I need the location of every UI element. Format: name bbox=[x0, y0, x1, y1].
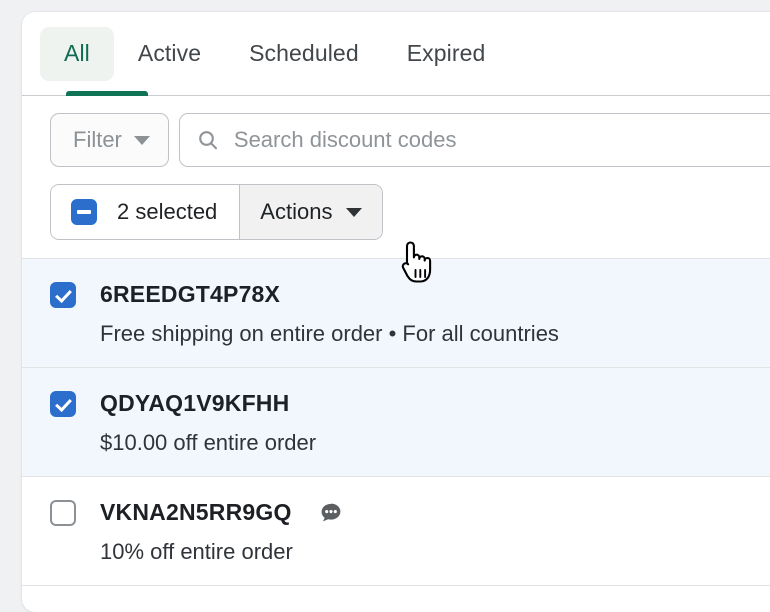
actions-button[interactable]: Actions bbox=[239, 185, 383, 239]
active-tab-indicator bbox=[66, 91, 148, 96]
tab-scheduled[interactable]: Scheduled bbox=[225, 27, 383, 81]
row-checkbox[interactable] bbox=[50, 281, 76, 308]
search-icon bbox=[196, 128, 220, 152]
discount-description: Free shipping on entire order • For all … bbox=[100, 321, 559, 346]
tab-active-label: Active bbox=[137, 40, 202, 66]
discount-codes-card: All Active Scheduled Expired Filter Sear… bbox=[22, 12, 770, 612]
search-input[interactable]: Search discount codes bbox=[178, 113, 770, 167]
chevron-down-icon bbox=[133, 135, 150, 145]
filter-button[interactable]: Filter bbox=[50, 113, 169, 167]
discount-code-label: 6REEDGT4P78X bbox=[100, 281, 281, 307]
table-row[interactable]: QDYAQ1V9KFHH $10.00 off entire order bbox=[22, 368, 770, 477]
tab-expired[interactable]: Expired bbox=[383, 27, 510, 81]
tab-all-label: All bbox=[64, 40, 90, 66]
row-checkbox[interactable] bbox=[50, 390, 76, 417]
row-header: QDYAQ1V9KFHH bbox=[50, 390, 770, 417]
bulk-actions-row: 2 selected Actions bbox=[22, 167, 770, 258]
select-all-control[interactable]: 2 selected bbox=[51, 185, 240, 239]
discount-code-list: 6REEDGT4P78X Free shipping on entire ord… bbox=[22, 258, 770, 586]
row-checkbox[interactable] bbox=[50, 499, 76, 526]
discount-code-label: QDYAQ1V9KFHH bbox=[100, 390, 290, 416]
actions-button-label: Actions bbox=[260, 199, 333, 224]
chevron-down-icon bbox=[346, 207, 363, 217]
discount-description: 10% off entire order bbox=[100, 539, 293, 564]
table-row[interactable]: 6REEDGT4P78X Free shipping on entire ord… bbox=[22, 259, 770, 368]
tab-expired-label: Expired bbox=[406, 40, 486, 66]
tab-active[interactable]: Active bbox=[114, 27, 225, 81]
tab-scheduled-label: Scheduled bbox=[249, 40, 359, 66]
filter-button-label: Filter bbox=[73, 127, 122, 152]
table-row[interactable]: VKNA2N5RR9GQ 10% off entire order bbox=[22, 477, 770, 586]
tab-bar: All Active Scheduled Expired bbox=[22, 12, 770, 96]
row-header: 6REEDGT4P78X bbox=[50, 281, 770, 308]
search-placeholder: Search discount codes bbox=[233, 127, 457, 152]
screen: All Active Scheduled Expired Filter Sear… bbox=[0, 0, 770, 612]
bulk-actions-group: 2 selected Actions bbox=[50, 184, 384, 240]
tab-all[interactable]: All bbox=[40, 26, 114, 81]
checkbox-indeterminate-icon[interactable] bbox=[71, 199, 97, 225]
filter-search-row: Filter Search discount codes bbox=[22, 96, 770, 167]
discount-code-label: VKNA2N5RR9GQ bbox=[100, 499, 292, 525]
discount-description: $10.00 off entire order bbox=[100, 430, 317, 455]
chat-bubble-icon[interactable] bbox=[318, 500, 344, 526]
row-header: VKNA2N5RR9GQ bbox=[50, 499, 770, 526]
selected-count-label: 2 selected bbox=[117, 199, 218, 224]
